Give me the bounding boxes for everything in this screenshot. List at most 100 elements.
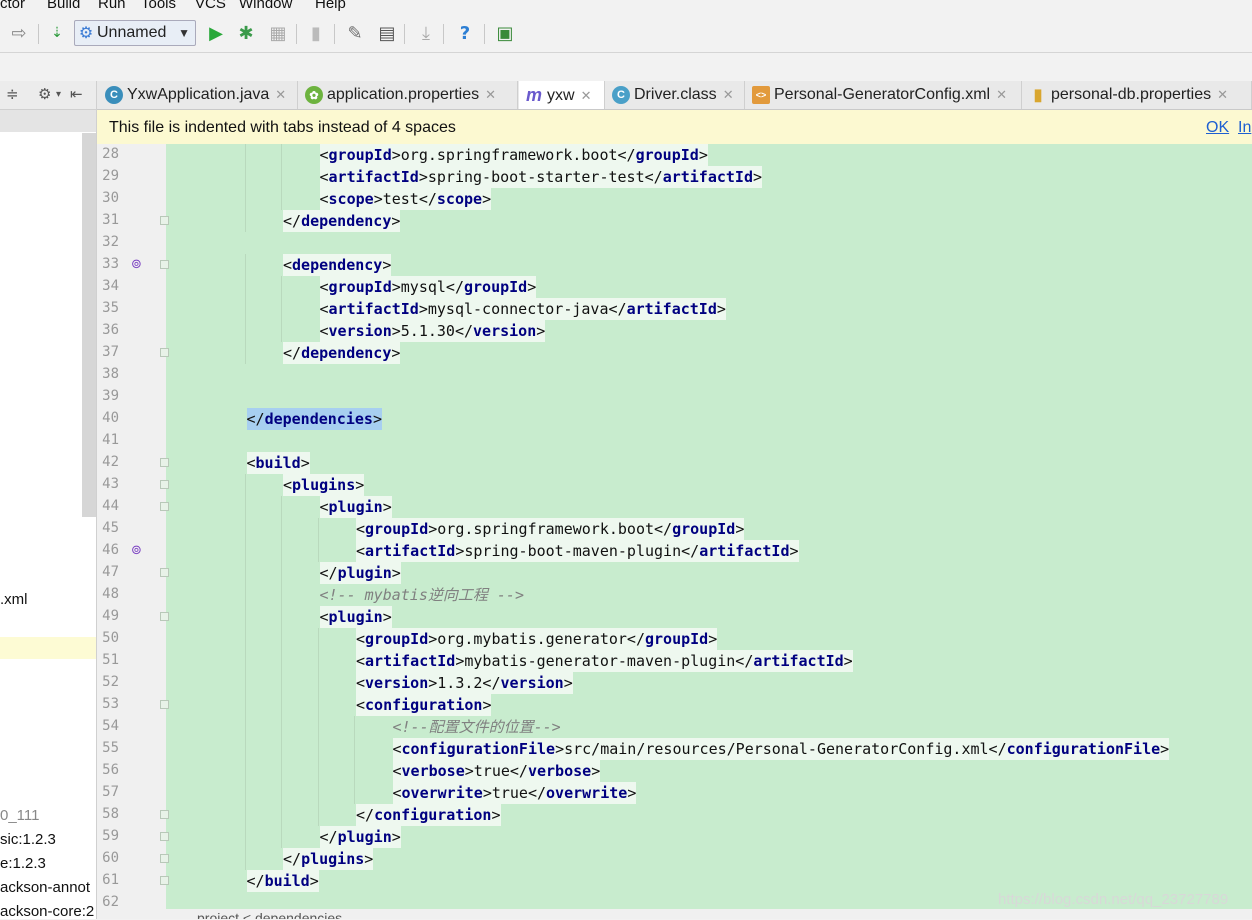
banner-ok-link[interactable]: OK [1206, 119, 1229, 137]
coverage-icon[interactable]: ▦ [265, 20, 291, 46]
fold-marker-icon[interactable] [160, 502, 169, 511]
fold-marker-icon[interactable] [160, 810, 169, 819]
tree-item[interactable]: sic:1.2.3 [0, 831, 96, 848]
indent-guide [317, 716, 319, 738]
tree-item[interactable]: .xml [0, 591, 96, 608]
code-line[interactable]: 51 <artifactId>mybatis-generator-maven-pl… [97, 650, 1252, 672]
download-icon[interactable]: ⤓ [413, 20, 439, 46]
debug-icon[interactable]: ✱ [233, 20, 259, 46]
code-line[interactable]: 46 ⊚ <artifactId>spring-boot-maven-plugin<… [97, 540, 1252, 562]
menu-vcs[interactable]: VCS [195, 0, 226, 12]
structure-icon[interactable]: ▤ [374, 20, 400, 46]
code-line[interactable]: 48 <!-- mybatis逆向工程 --> [97, 584, 1252, 606]
close-icon[interactable]: ✕ [581, 88, 592, 104]
code-line[interactable]: 38 [97, 364, 1252, 386]
code-line[interactable]: 59 </plugin> [97, 826, 1252, 848]
tab-driver-class[interactable]: C Driver.class ✕ [606, 81, 745, 109]
code-line[interactable]: 45 <groupId>org.springframework.boot</gro… [97, 518, 1252, 540]
forward-arrow-icon[interactable]: ⇨ [6, 20, 32, 46]
code-line[interactable]: 44 <plugin> [97, 496, 1252, 518]
code-line[interactable]: 61 </build> [97, 870, 1252, 892]
tree-item[interactable]: ackson-core:2 [0, 903, 96, 920]
code-line[interactable]: 34 <groupId>mysql</groupId> [97, 276, 1252, 298]
tree-item[interactable]: 0_111 [0, 807, 96, 824]
code-line[interactable]: 55 <configurationFile>src/main/resources/… [97, 738, 1252, 760]
code-line[interactable]: 60 </plugins> [97, 848, 1252, 870]
menu-run[interactable]: Run [98, 0, 126, 12]
fold-marker-icon[interactable] [160, 480, 169, 489]
close-icon[interactable]: ✕ [996, 87, 1007, 103]
code-line[interactable]: 40 </dependencies> [97, 408, 1252, 430]
code-line[interactable]: 42 <build> [97, 452, 1252, 474]
close-icon[interactable]: ✕ [723, 87, 734, 103]
main-toolbar: ⇨ ⇣ ⚙ Unnamed ▼ ▶ ✱ ▦ ▮ ✎ ▤ ⤓ ? ▣ [0, 14, 1252, 53]
menu-help[interactable]: Help [315, 0, 346, 12]
fold-marker-icon[interactable] [160, 568, 169, 577]
fold-marker-icon[interactable] [160, 458, 169, 467]
code-line[interactable]: 43 <plugins> [97, 474, 1252, 496]
help-icon[interactable]: ? [452, 20, 478, 46]
code-line[interactable]: 53 <configuration> [97, 694, 1252, 716]
code-line[interactable]: 33 ⊚ <dependency> [97, 254, 1252, 276]
fold-marker-icon[interactable] [160, 348, 169, 357]
gutter-navigation-icon[interactable]: ⊚ [131, 257, 142, 272]
collapse-icon[interactable]: ≑ [6, 85, 19, 103]
gutter-navigation-icon[interactable]: ⊚ [131, 543, 142, 558]
close-icon[interactable]: ✕ [275, 87, 286, 103]
indent-guide [244, 518, 246, 540]
gear-icon[interactable]: ⚙ [38, 85, 51, 103]
menu-tools[interactable]: Tools [141, 0, 176, 12]
banner-ignore-link[interactable]: In [1238, 119, 1251, 137]
code-line[interactable]: 30 <scope>test</scope> [97, 188, 1252, 210]
code-line[interactable]: 37 </dependency> [97, 342, 1252, 364]
project-panel-scrollbar[interactable] [82, 133, 96, 517]
code-token: </ [246, 872, 265, 890]
plugin-icon[interactable]: ▣ [492, 20, 518, 46]
stop-icon[interactable]: ▮ [303, 20, 329, 46]
fold-marker-icon[interactable] [160, 216, 169, 225]
code-line[interactable]: 47 </plugin> [97, 562, 1252, 584]
hide-panel-icon[interactable]: ⇤ [70, 85, 83, 103]
code-line[interactable]: 32 [97, 232, 1252, 254]
line-number: 35 [102, 300, 119, 316]
code-line[interactable]: 57 <overwrite>true</overwrite> [97, 782, 1252, 804]
tree-item[interactable]: e:1.2.3 [0, 855, 96, 872]
code-line[interactable]: 28 <groupId>org.springframework.boot</gro… [97, 144, 1252, 166]
tab-personal-db-properties[interactable]: ▮ personal-db.properties ✕ [1023, 81, 1252, 109]
run-config-select[interactable]: ⚙ Unnamed ▼ [74, 20, 196, 46]
code-line[interactable]: 39 [97, 386, 1252, 408]
sort-icon[interactable]: ⇣ [44, 20, 70, 46]
fold-marker-icon[interactable] [160, 876, 169, 885]
tab-yxwapplication-java[interactable]: C YxwApplication.java ✕ [99, 81, 298, 109]
code-line[interactable]: 54 <!--配置文件的位置--> [97, 716, 1252, 738]
settings-icon[interactable]: ✎ [342, 20, 368, 46]
code-line[interactable]: 49 <plugin> [97, 606, 1252, 628]
tab-yxw[interactable]: m yxw ✕ [519, 81, 605, 109]
fold-marker-icon[interactable] [160, 612, 169, 621]
tree-item[interactable]: ackson-annot [0, 879, 96, 896]
menu-window[interactable]: Window [239, 0, 292, 12]
menu-build[interactable]: Build [47, 0, 80, 12]
selected-tree-row[interactable] [0, 637, 96, 659]
code-line[interactable]: 50 <groupId>org.mybatis.generator</groupI… [97, 628, 1252, 650]
indent-guide [244, 848, 246, 870]
fold-marker-icon[interactable] [160, 700, 169, 709]
menu-refactor[interactable]: ctor [0, 0, 25, 12]
fold-marker-icon[interactable] [160, 854, 169, 863]
code-line[interactable]: 56 <verbose>true</verbose> [97, 760, 1252, 782]
code-line[interactable]: 29 <artifactId>spring-boot-starter-test</… [97, 166, 1252, 188]
code-line[interactable]: 36 <version>5.1.30</version> [97, 320, 1252, 342]
code-line[interactable]: 35 <artifactId>mysql-connector-java</arti… [97, 298, 1252, 320]
code-editor[interactable]: 28 <groupId>org.springframework.boot</gro… [97, 144, 1252, 909]
close-icon[interactable]: ✕ [1217, 87, 1228, 103]
fold-marker-icon[interactable] [160, 832, 169, 841]
tab-personal-generatorconfig-xml[interactable]: <> Personal-GeneratorConfig.xml ✕ [746, 81, 1022, 109]
run-icon[interactable]: ▶ [203, 20, 229, 46]
fold-marker-icon[interactable] [160, 260, 169, 269]
code-line[interactable]: 41 [97, 430, 1252, 452]
tab-application-properties[interactable]: ✿ application.properties ✕ [299, 81, 518, 109]
close-icon[interactable]: ✕ [485, 87, 496, 103]
code-line[interactable]: 31 </dependency> [97, 210, 1252, 232]
code-line[interactable]: 58 </configuration> [97, 804, 1252, 826]
code-line[interactable]: 52 <version>1.3.2</version> [97, 672, 1252, 694]
